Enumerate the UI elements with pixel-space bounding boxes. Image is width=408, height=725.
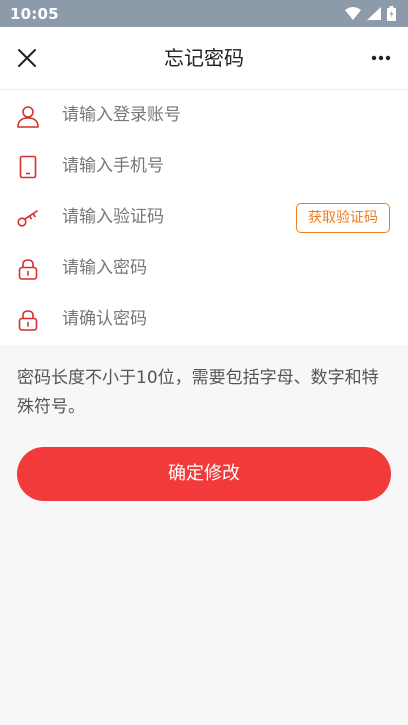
status-icons bbox=[345, 6, 396, 21]
password-row: 请输入密码 bbox=[0, 243, 408, 294]
key-icon bbox=[16, 206, 40, 230]
battery-icon bbox=[387, 6, 396, 21]
account-input[interactable]: 请输入登录账号 bbox=[62, 90, 282, 141]
signal-icon bbox=[367, 7, 381, 20]
more-icon bbox=[371, 55, 391, 61]
password-input[interactable]: 请输入密码 bbox=[62, 243, 282, 294]
user-icon bbox=[16, 104, 40, 128]
phone-row: 请输入手机号 bbox=[0, 141, 408, 192]
account-row: 请输入登录账号 bbox=[0, 90, 408, 141]
lock-icon bbox=[16, 257, 40, 281]
reset-form: 请输入登录账号 请输入手机号 请输入验证码 获取验证码 请输入密码 请确认密码 bbox=[0, 90, 408, 345]
nav-bar: 忘记密码 bbox=[0, 27, 408, 90]
submit-button[interactable]: 确定修改 bbox=[17, 447, 391, 501]
code-input[interactable]: 请输入验证码 bbox=[62, 192, 282, 243]
status-bar: 10:05 bbox=[0, 0, 408, 27]
confirm-password-input[interactable]: 请确认密码 bbox=[62, 294, 282, 345]
more-button[interactable] bbox=[368, 47, 394, 69]
status-time: 10:05 bbox=[10, 4, 59, 23]
get-code-button[interactable]: 获取验证码 bbox=[296, 203, 390, 233]
confirm-password-row: 请确认密码 bbox=[0, 294, 408, 345]
phone-icon bbox=[16, 155, 40, 179]
lock-icon bbox=[16, 308, 40, 332]
wifi-icon bbox=[345, 7, 361, 20]
page-title: 忘记密码 bbox=[164, 46, 244, 70]
phone-input[interactable]: 请输入手机号 bbox=[62, 141, 282, 192]
password-hint: 密码长度不小于10位，需要包括字母、数字和特殊符号。 bbox=[17, 368, 379, 417]
code-row: 请输入验证码 获取验证码 bbox=[0, 192, 408, 243]
